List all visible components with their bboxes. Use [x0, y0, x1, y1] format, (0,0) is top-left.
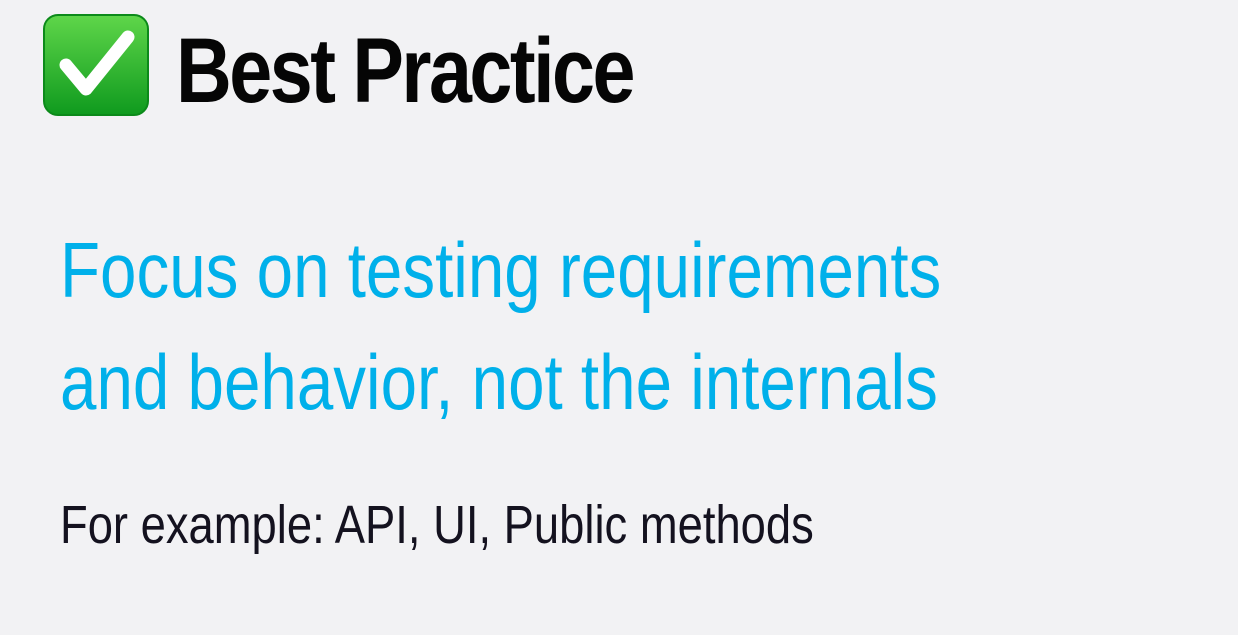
check-mark-button-icon — [43, 14, 149, 116]
statement-line-1: Focus on testing requirements — [60, 226, 942, 314]
statement-line-2: and behavior, not the internals — [60, 338, 938, 426]
main-statement: Focus on testing requirements and behavi… — [60, 214, 1220, 438]
page-title: Best Practice — [176, 20, 635, 122]
slide-header: Best Practice — [42, 10, 720, 120]
example-text: For example: API, UI, Public methods — [60, 495, 814, 555]
